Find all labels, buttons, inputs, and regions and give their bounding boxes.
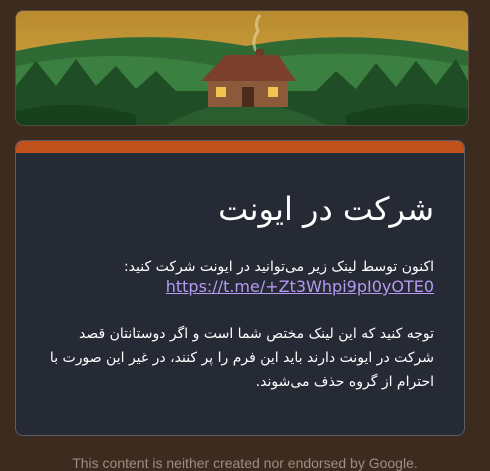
google-disclaimer: This content is neither created nor endo…: [72, 455, 418, 471]
form-header-card: شرکت در ایونت اکنون توسط لینک زیر می‌توا…: [15, 140, 465, 436]
card-body: شرکت در ایونت اکنون توسط لینک زیر می‌توا…: [16, 189, 464, 394]
telegram-link[interactable]: https://t.me/+Zt3Whpi9pI0yOTE0: [166, 277, 434, 296]
form-intro: اکنون توسط لینک زیر می‌توانید در ایونت ش…: [46, 257, 434, 298]
card-accent-bar: [16, 141, 464, 153]
intro-text: اکنون توسط لینک زیر می‌توانید در ایونت ش…: [123, 259, 434, 275]
header-banner-image: [15, 10, 469, 126]
cabin-landscape-illustration: [16, 11, 468, 125]
form-title: شرکت در ایونت: [218, 190, 434, 228]
notice-text: توجه کنید که این لینک مختص شما است و اگر…: [49, 326, 434, 390]
